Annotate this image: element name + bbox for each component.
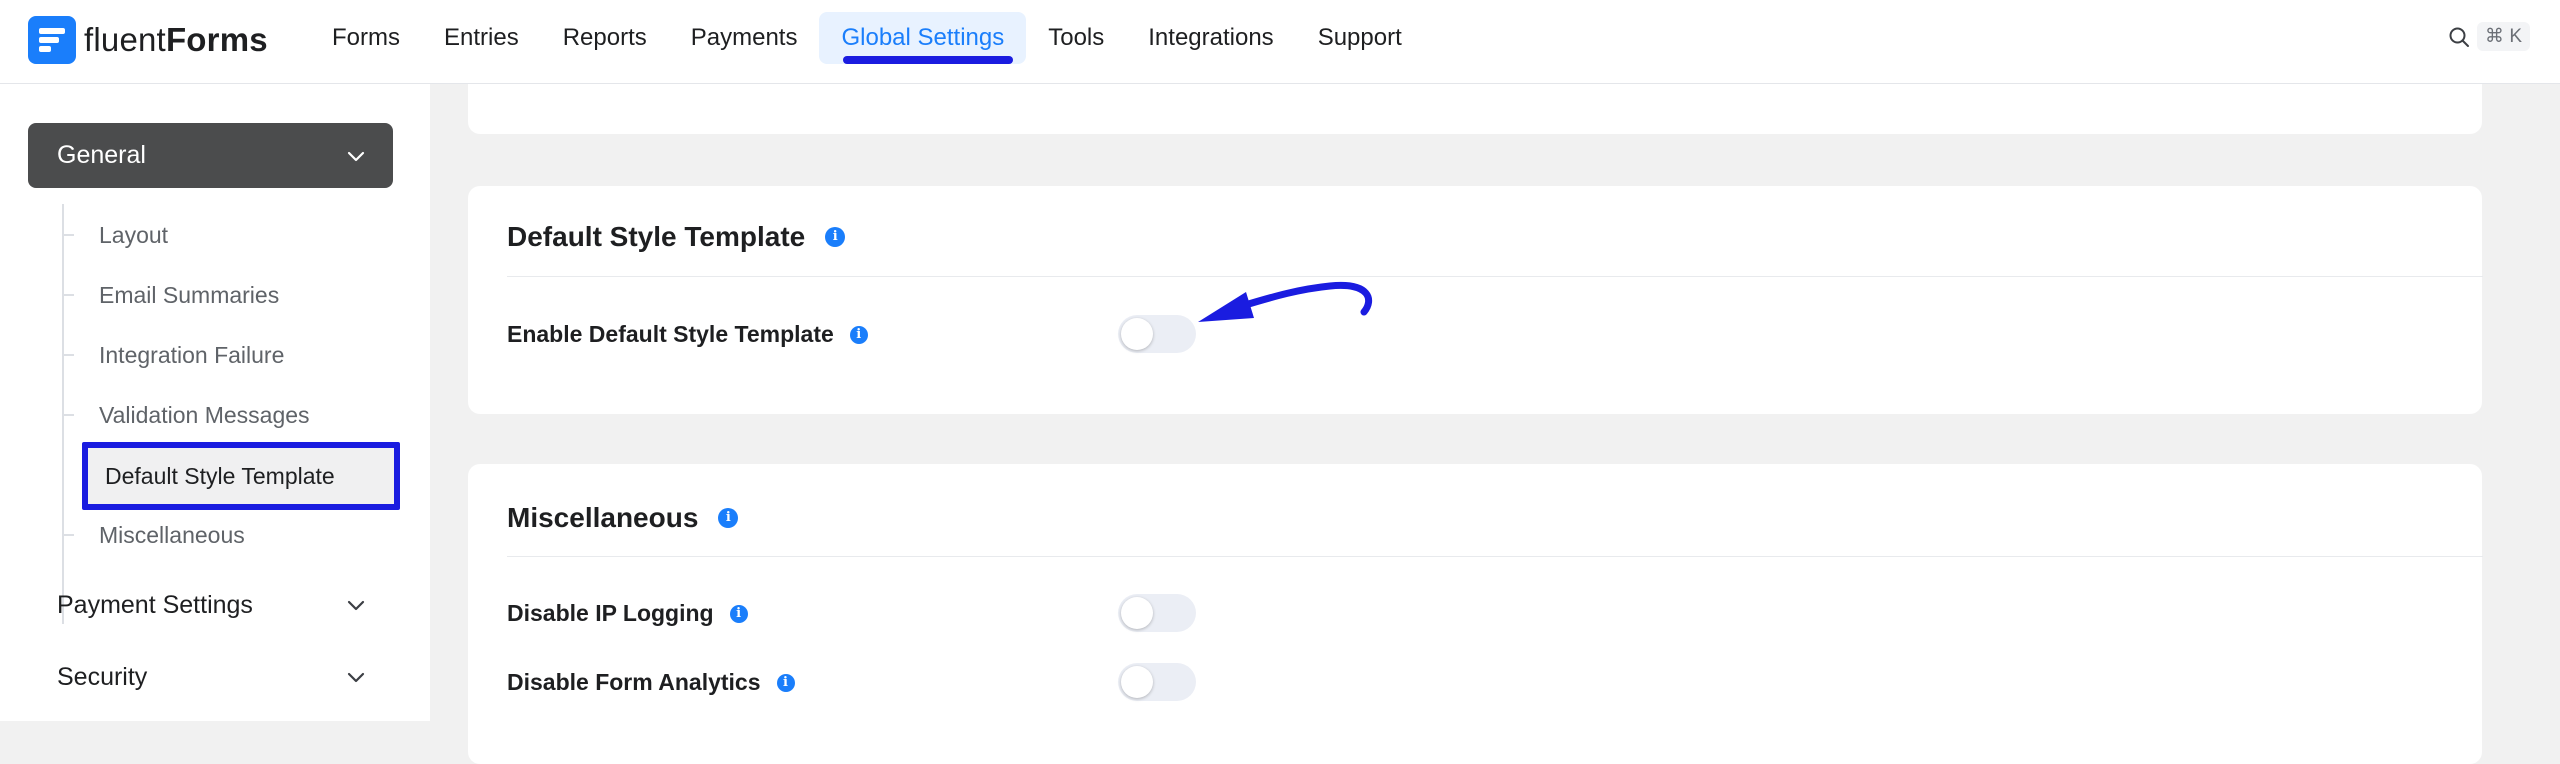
- settings-sidebar: General Layout Email Summaries Integrati…: [0, 84, 430, 721]
- label-disable-ip-logging: Disable IP Logging i: [507, 600, 748, 627]
- sidebar-item-integration-failure[interactable]: Integration Failure: [62, 332, 402, 378]
- toggle-disable-form-analytics[interactable]: [1118, 663, 1196, 701]
- nav-item-reports[interactable]: Reports: [541, 12, 669, 64]
- sidebar-item-miscellaneous[interactable]: Miscellaneous: [62, 512, 402, 558]
- info-icon[interactable]: i: [776, 673, 795, 692]
- default-style-template-card: Default Style Template i Enable Default …: [468, 186, 2483, 414]
- fluentforms-logo-icon: [28, 16, 76, 64]
- toggle-knob: [1121, 318, 1153, 350]
- brand-logo[interactable]: fluentForms: [28, 16, 268, 64]
- card-title-miscellaneous: Miscellaneous i: [507, 502, 739, 534]
- sidebar-group-general[interactable]: General: [28, 123, 393, 188]
- toggle-disable-ip-logging[interactable]: [1118, 594, 1196, 632]
- chevron-down-icon: [347, 600, 365, 611]
- info-icon[interactable]: i: [729, 604, 748, 623]
- nav-item-support[interactable]: Support: [1296, 12, 1424, 64]
- nav-item-forms[interactable]: Forms: [310, 12, 422, 64]
- sidebar-item-layout[interactable]: Layout: [62, 212, 402, 258]
- nav-item-integrations[interactable]: Integrations: [1126, 12, 1295, 64]
- previous-settings-card: [468, 84, 2482, 134]
- search-icon: [2449, 27, 2470, 47]
- annotation-underline: [843, 56, 1013, 64]
- search-shortcut-hint: ⌘ K: [2477, 22, 2530, 51]
- sidebar-item-email-summaries[interactable]: Email Summaries: [62, 272, 402, 318]
- chevron-up-icon: [347, 151, 365, 162]
- sidebar-section-payment-settings[interactable]: Payment Settings: [57, 580, 393, 630]
- info-icon[interactable]: i: [825, 227, 846, 247]
- search-button[interactable]: ⌘ K: [2447, 22, 2530, 51]
- toggle-knob: [1121, 597, 1153, 629]
- miscellaneous-card: Miscellaneous i Disable IP Logging i Dis…: [468, 464, 2483, 764]
- sidebar-item-default-style-template[interactable]: Default Style Template: [82, 442, 400, 510]
- card-title-default-style-template: Default Style Template i: [507, 221, 846, 253]
- nav-item-tools[interactable]: Tools: [1026, 12, 1126, 64]
- toggle-knob: [1121, 666, 1153, 698]
- chevron-down-icon: [347, 672, 365, 683]
- nav-item-payments[interactable]: Payments: [669, 12, 820, 64]
- info-icon[interactable]: i: [849, 325, 868, 344]
- sidebar-section-security[interactable]: Security: [57, 652, 393, 702]
- nav-item-entries[interactable]: Entries: [422, 12, 541, 64]
- card-divider: [507, 276, 2483, 277]
- card-divider: [507, 556, 2483, 557]
- sidebar-group-label: General: [57, 141, 146, 169]
- label-disable-form-analytics: Disable Form Analytics i: [507, 669, 795, 696]
- sidebar-item-validation-messages[interactable]: Validation Messages: [62, 392, 402, 438]
- annotation-arrow-icon: [1198, 281, 1373, 322]
- brand-name: fluentForms: [84, 21, 268, 58]
- label-enable-default-style-template: Enable Default Style Template i: [507, 321, 868, 348]
- top-navigation-bar: fluentForms Forms Entries Reports Paymen…: [0, 0, 2560, 84]
- info-icon[interactable]: i: [718, 508, 739, 528]
